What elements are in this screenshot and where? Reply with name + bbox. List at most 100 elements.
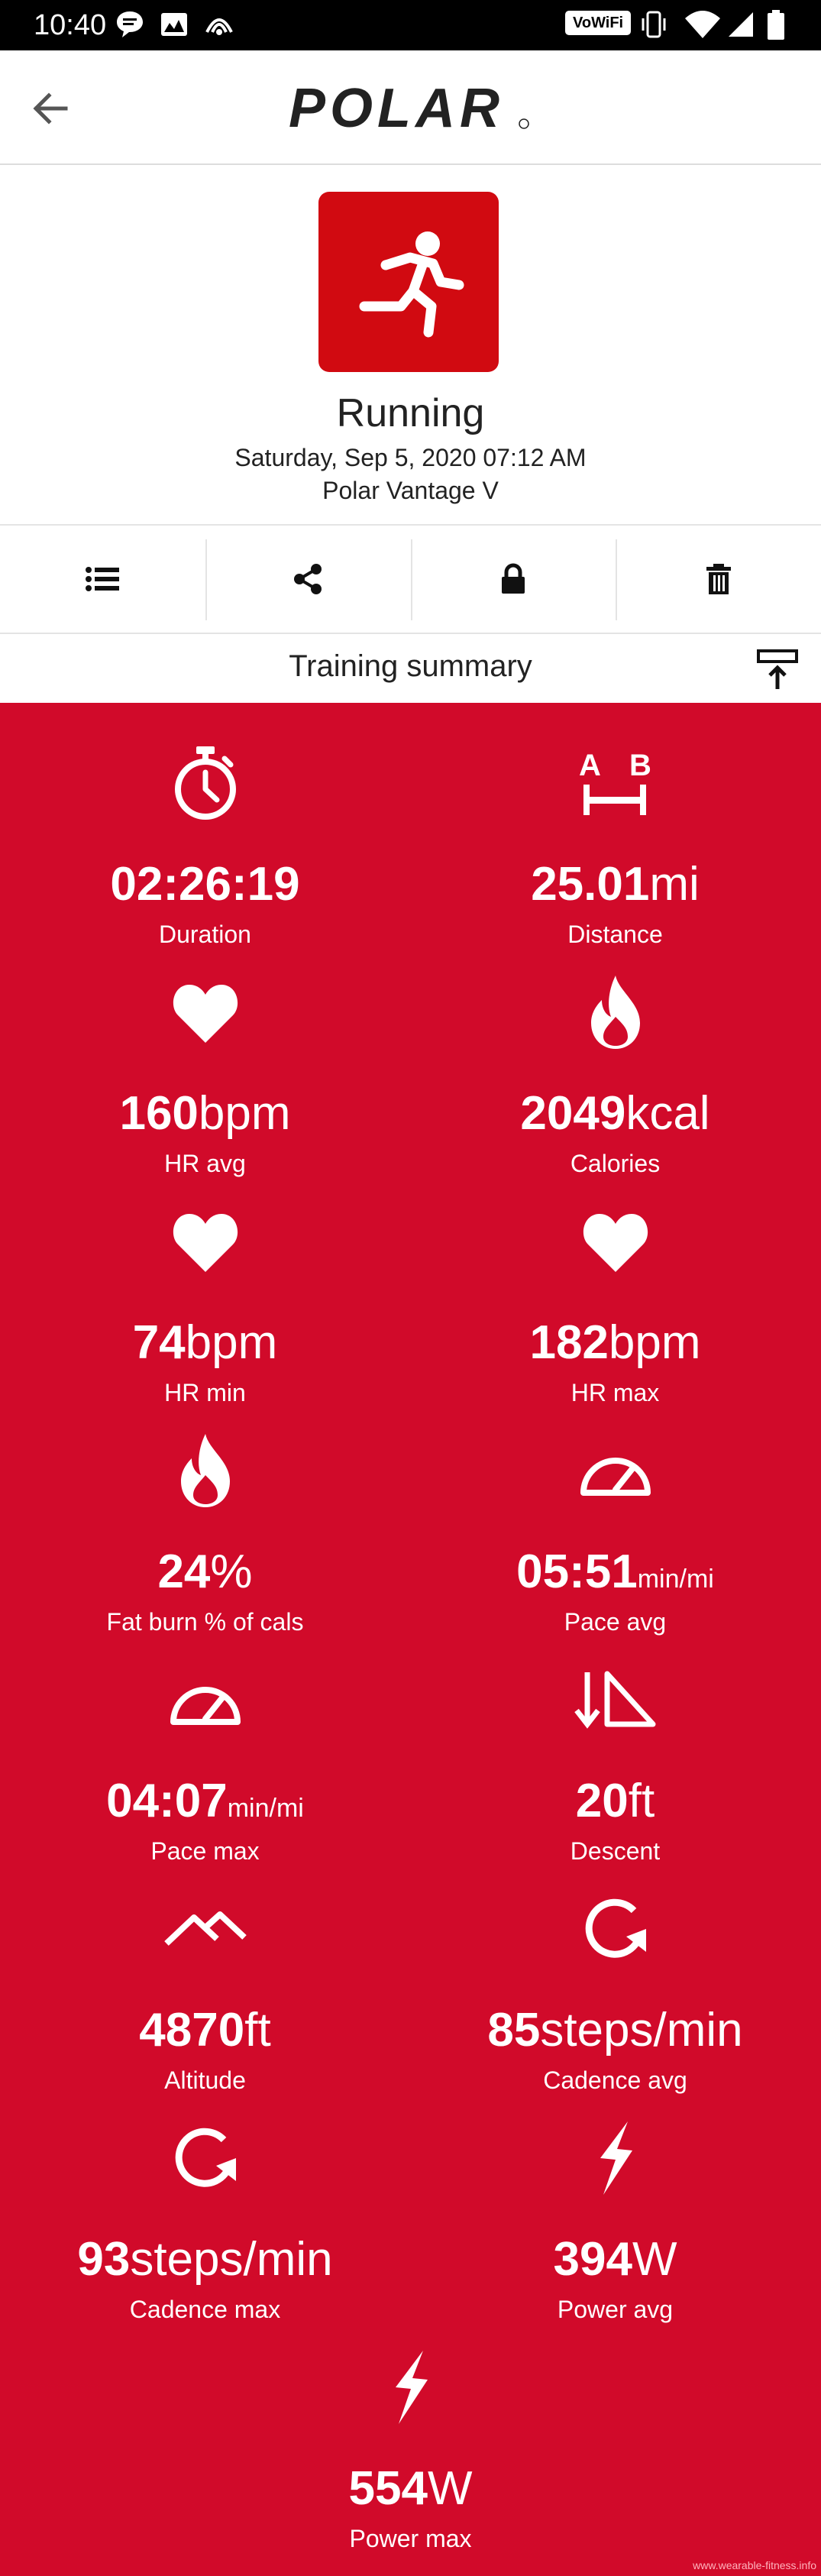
- watermark: www.wearable-fitness.info: [693, 2559, 816, 2571]
- trash-icon: [706, 564, 731, 594]
- flame-icon: [410, 970, 820, 1054]
- metric-unit: min/mi: [227, 1794, 304, 1823]
- metric-distance: A B 25.01mi Distance: [410, 741, 820, 970]
- gauge-icon: [410, 1429, 820, 1513]
- metric-number: 74: [132, 1316, 186, 1369]
- metric-number: 02:26:19: [110, 858, 300, 911]
- metric-label: Duration: [159, 921, 251, 948]
- metric-value: 394W: [410, 2235, 820, 2285]
- heart-icon: [0, 970, 410, 1054]
- metric-label: Cadence avg: [543, 2066, 687, 2094]
- wifi-icon: [685, 11, 720, 38]
- action-bar: [0, 524, 821, 634]
- gallery-icon: [161, 13, 187, 36]
- metric-altitude: 4870ft Altitude: [0, 1887, 410, 2116]
- metric-unit: mi: [649, 858, 700, 911]
- distance-ab-icon: AB: [410, 741, 820, 825]
- collapse-summary-icon[interactable]: [756, 648, 799, 691]
- metric-label: Cadence max: [129, 2296, 281, 2323]
- metric-descent: 20ft Descent: [410, 1658, 820, 1887]
- metric-number: 24: [157, 1545, 211, 1598]
- metric-value: 160bpm: [0, 1089, 410, 1139]
- metric-label: Power avg: [557, 2296, 674, 2323]
- metric-unit: min/mi: [637, 1565, 714, 1594]
- metric-label: Fat burn % of cals: [106, 1608, 304, 1636]
- summary-panel: www.wearable-fitness.info 02:26:19 Durati…: [0, 703, 821, 2576]
- metric-value: 04:07min/mi: [0, 1776, 410, 1833]
- metric-value: 05:51min/mi: [410, 1547, 820, 1604]
- mountain-icon: [0, 1887, 410, 1971]
- vibrate-icon: [642, 11, 666, 38]
- cadence-icon: [0, 2116, 410, 2200]
- metric-number: 160: [119, 1087, 199, 1140]
- metric-label: HR avg: [164, 1150, 246, 1177]
- signal-icon: [729, 12, 753, 37]
- metric-hr-avg: 160bpm HR avg: [0, 970, 410, 1199]
- metric-value: 4870ft: [0, 2005, 410, 2056]
- sport-title: Running: [336, 391, 485, 435]
- metric-unit: steps/min: [540, 2004, 743, 2057]
- metric-value: 24%: [0, 1547, 410, 1597]
- metric-unit: ft: [244, 2004, 271, 2057]
- metric-power-avg: 394W Power avg: [410, 2116, 820, 2345]
- wifi-calling-icon: [205, 18, 233, 35]
- training-summary-bar: Training summary: [0, 634, 821, 703]
- metric-unit: ft: [628, 1775, 655, 1827]
- lock-icon: [501, 563, 525, 594]
- metric-value: 93steps/min: [0, 2235, 410, 2285]
- metric-unit: %: [210, 1545, 253, 1598]
- descent-icon: [410, 1658, 820, 1742]
- metric-number: 05:51: [516, 1545, 638, 1598]
- training-summary-title: Training summary: [289, 649, 532, 683]
- gauge-icon: [0, 1658, 410, 1742]
- metric-label: Distance: [567, 921, 663, 948]
- metric-calories: 2049kcal Calories: [410, 970, 820, 1199]
- lightning-icon: [410, 2116, 820, 2200]
- svg-text:B: B: [629, 749, 651, 782]
- metric-unit: W: [427, 2462, 473, 2515]
- metric-number: 182: [529, 1316, 609, 1369]
- metric-unit: bpm: [185, 1316, 278, 1369]
- session-header: Running Saturday, Sep 5, 2020 07:12 AM P…: [0, 165, 821, 524]
- metric-unit: steps/min: [130, 2233, 333, 2286]
- metric-value: 554W: [205, 2464, 616, 2514]
- metric-number: 93: [77, 2233, 131, 2286]
- share-button[interactable]: [205, 526, 411, 633]
- details-button[interactable]: [0, 526, 205, 633]
- metric-number: 20: [575, 1775, 629, 1827]
- svg-text:POLAR: POLAR: [289, 78, 504, 139]
- metric-number: 4870: [139, 2004, 245, 2057]
- share-icon: [294, 564, 322, 594]
- metric-unit: bpm: [608, 1316, 701, 1369]
- message-icon: [117, 11, 143, 37]
- metric-hr-max: 182bpm HR max: [410, 1199, 820, 1429]
- sport-tile: [318, 192, 499, 372]
- vowifi-badge: VoWiFi: [565, 11, 632, 35]
- metric-power-max: 554W Power max: [205, 2345, 616, 2574]
- app-bar: POLAR: [0, 50, 821, 165]
- status-bar: 10:40 VoWiFi: [0, 0, 821, 50]
- privacy-button[interactable]: [410, 526, 616, 633]
- metric-label: Pace max: [150, 1837, 260, 1865]
- metric-value: 85steps/min: [410, 2005, 820, 2056]
- running-icon: [359, 231, 464, 338]
- delete-button[interactable]: [616, 526, 821, 633]
- back-arrow-icon[interactable]: [31, 89, 70, 128]
- metric-pace-avg: 05:51min/mi Pace avg: [410, 1429, 820, 1658]
- metric-label: Altitude: [164, 2066, 246, 2094]
- metric-hr-min: 74bpm HR min: [0, 1199, 410, 1429]
- metric-cadence-avg: 85steps/min Cadence avg: [410, 1887, 820, 2116]
- metric-number: 394: [553, 2233, 632, 2286]
- metric-fat-burn: 24% Fat burn % of cals: [0, 1429, 410, 1658]
- metric-value: 74bpm: [0, 1318, 410, 1368]
- cadence-icon: [410, 1887, 820, 1971]
- metric-pace-max: 04:07min/mi Pace max: [0, 1658, 410, 1887]
- status-time: 10:40: [34, 9, 107, 41]
- metric-value: 182bpm: [410, 1318, 820, 1368]
- metric-value: 2049kcal: [410, 1089, 820, 1139]
- heart-icon: [0, 1199, 410, 1283]
- metric-unit: bpm: [198, 1087, 291, 1140]
- metric-label: Power max: [349, 2525, 472, 2552]
- metric-number: 2049: [520, 1087, 626, 1140]
- metric-label: Calories: [570, 1150, 661, 1177]
